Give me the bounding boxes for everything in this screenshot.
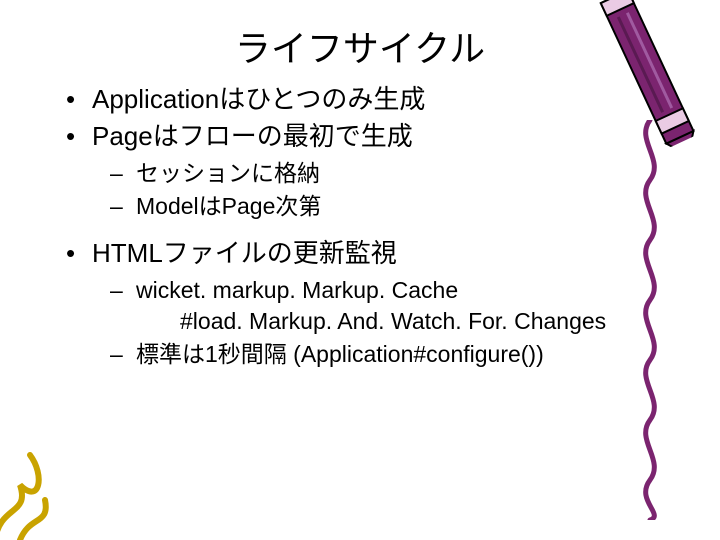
sub-bullet-list: セッションに格納 ModelはPage次第 (92, 158, 610, 222)
slide-content: Applicationはひとつのみ生成 Pageはフローの最初で生成 セッション… (0, 82, 720, 371)
sub-bullet-list: wicket. markup. Markup. Cache #load. Mar… (92, 275, 610, 370)
slide-title: ライフサイクル (0, 0, 720, 82)
bullet-text: Pageはフローの最初で生成 (92, 121, 413, 151)
bullet-list: Applicationはひとつのみ生成 Pageはフローの最初で生成 セッション… (64, 82, 610, 371)
sub-bullet-text: 標準は1秒間隔 (Application#configure()) (136, 341, 544, 367)
sub-bullet-item: 標準は1秒間隔 (Application#configure()) (92, 339, 610, 370)
sub-bullet-item: wicket. markup. Markup. Cache #load. Mar… (92, 275, 610, 337)
bullet-item: Applicationはひとつのみ生成 (64, 82, 610, 117)
bullet-text: HTMLファイルの更新監視 (92, 238, 397, 268)
scribble-icon (0, 445, 110, 540)
bullet-item: HTMLファイルの更新監視 wicket. markup. Markup. Ca… (64, 236, 610, 370)
sub-bullet-text: ModelはPage次第 (136, 193, 321, 219)
sub-bullet-text: セッションに格納 (136, 160, 320, 186)
slide: ライフサイクル Applicationはひとつのみ生成 Pageはフローの最初で… (0, 0, 720, 540)
sub-bullet-text-cont: #load. Markup. And. Watch. For. Changes (136, 306, 610, 337)
sub-bullet-item: ModelはPage次第 (92, 191, 610, 222)
sub-bullet-text: wicket. markup. Markup. Cache (136, 277, 458, 303)
bullet-text: Applicationはひとつのみ生成 (92, 84, 425, 114)
bullet-item: Pageはフローの最初で生成 セッションに格納 ModelはPage次第 (64, 119, 610, 222)
sub-bullet-item: セッションに格納 (92, 158, 610, 189)
